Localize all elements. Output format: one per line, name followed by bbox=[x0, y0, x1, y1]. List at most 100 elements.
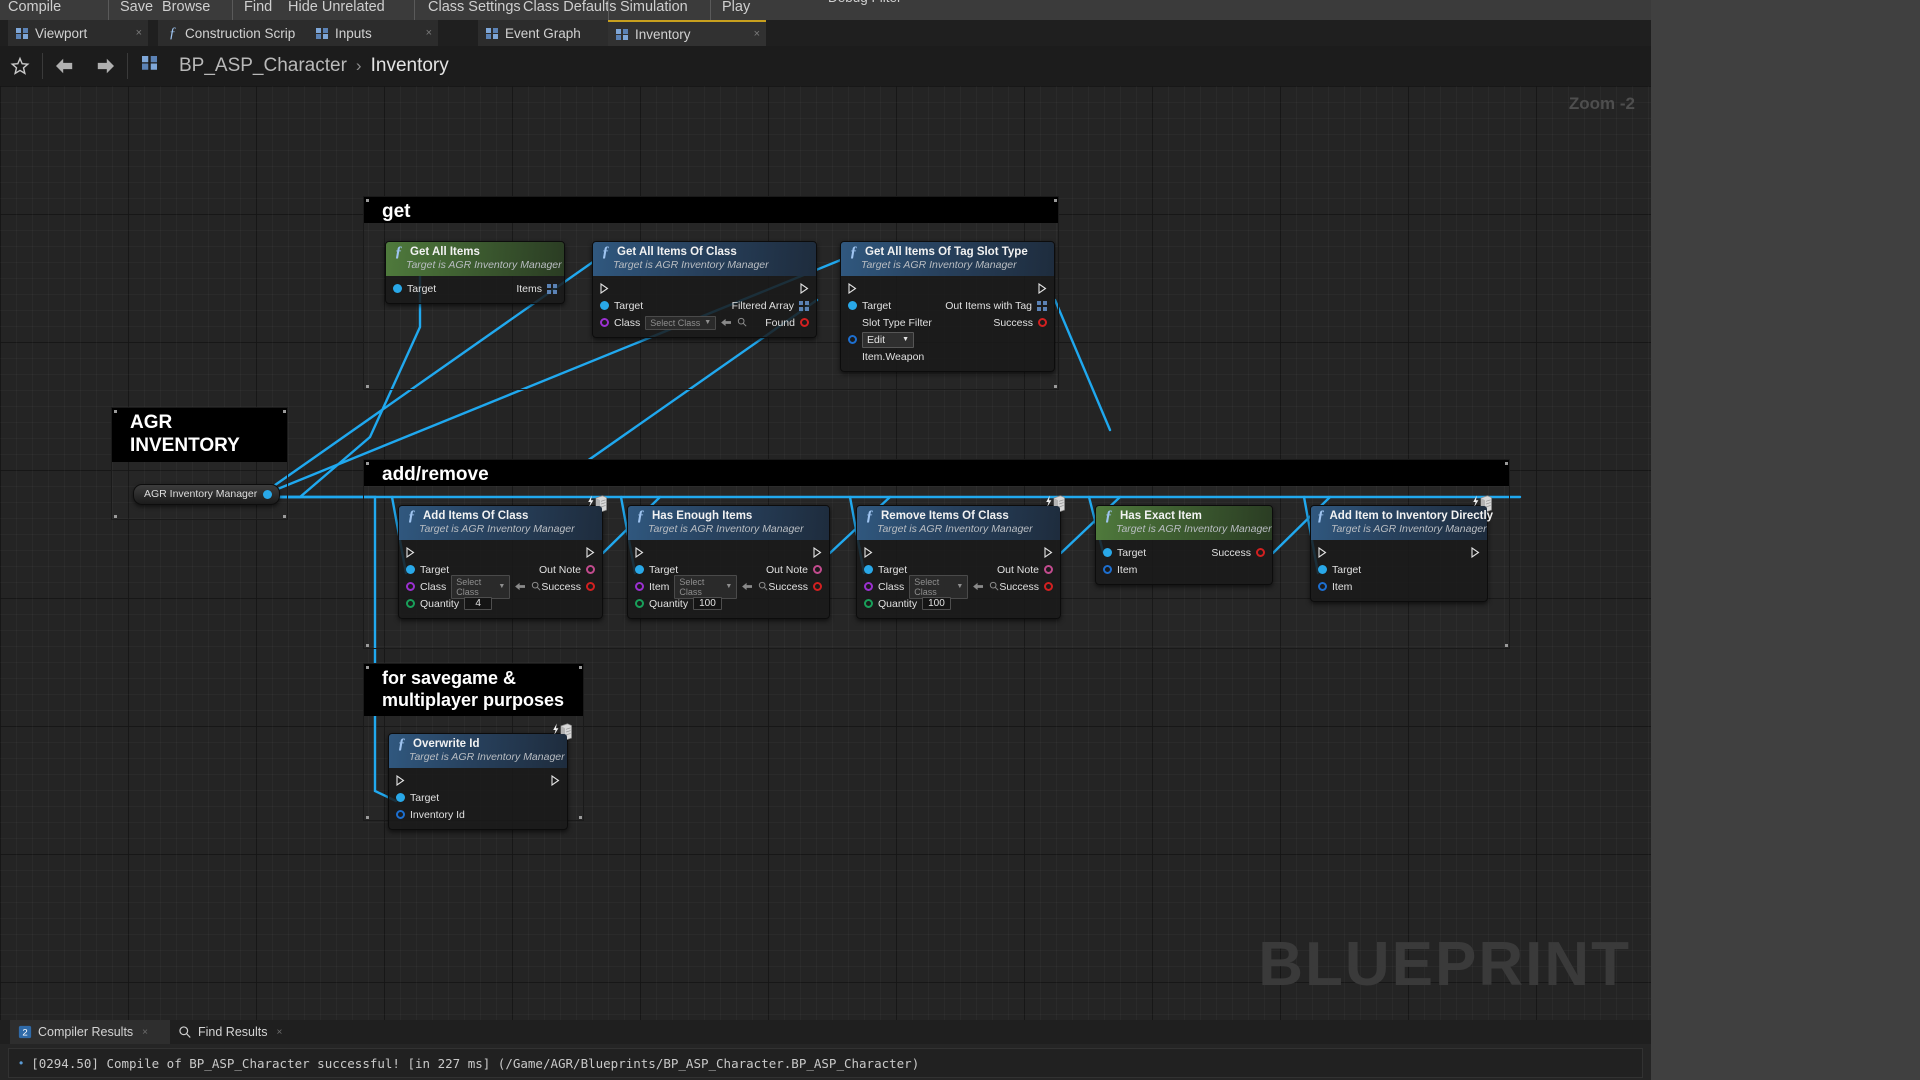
comment-resize-pip[interactable] bbox=[579, 666, 582, 669]
exec-in[interactable] bbox=[1318, 547, 1327, 558]
data-pin[interactable] bbox=[813, 582, 822, 591]
data-pin[interactable] bbox=[848, 301, 857, 310]
close-icon[interactable]: × bbox=[426, 27, 432, 39]
node-header[interactable]: ƒ Get All Items Of Class Target is AGR Inv… bbox=[593, 242, 816, 276]
favorite-star-icon[interactable] bbox=[0, 46, 40, 86]
data-pin[interactable] bbox=[396, 793, 405, 802]
comment-resize-pip[interactable] bbox=[1054, 385, 1057, 388]
exec-pin[interactable] bbox=[813, 547, 822, 558]
exec-pin[interactable] bbox=[848, 283, 857, 294]
toolbar-simulation-button[interactable]: Simulation bbox=[620, 0, 688, 17]
exec-in[interactable] bbox=[396, 775, 405, 786]
breadcrumb-leaf[interactable]: Inventory bbox=[371, 55, 449, 77]
comment-resize-pip[interactable] bbox=[579, 816, 582, 819]
select-class-dropdown[interactable]: Select Class ▼ bbox=[674, 574, 738, 599]
exec-pin[interactable] bbox=[800, 283, 809, 294]
exec-pin[interactable] bbox=[1318, 547, 1327, 558]
exec-out[interactable] bbox=[551, 775, 560, 786]
node-header[interactable]: ƒ Has Enough Items Target is AGR Inventory… bbox=[628, 506, 829, 540]
exec-in[interactable] bbox=[635, 547, 644, 558]
node-header[interactable]: ƒ Get All Items Of Tag Slot Type Target is… bbox=[841, 242, 1054, 276]
comment-resize-pip[interactable] bbox=[114, 515, 117, 518]
data-pin[interactable] bbox=[586, 565, 595, 574]
exec-pin[interactable] bbox=[396, 775, 405, 786]
browse-asset-icon[interactable] bbox=[531, 578, 541, 596]
data-pin[interactable] bbox=[406, 582, 415, 591]
close-icon[interactable]: × bbox=[136, 27, 142, 39]
data-pin[interactable] bbox=[1044, 565, 1053, 574]
bottom-tab-compiler-results[interactable]: 2 Compiler Results × bbox=[10, 1020, 170, 1044]
exec-pin[interactable] bbox=[551, 775, 560, 786]
node-add-items-of-class[interactable]: ƒ Add Items Of Class Target is AGR Invento… bbox=[398, 495, 607, 619]
exec-pin[interactable] bbox=[600, 283, 609, 294]
exec-pin[interactable] bbox=[586, 547, 595, 558]
comment-resize-pip[interactable] bbox=[1054, 199, 1057, 202]
tab-inventory[interactable]: Inventory × bbox=[608, 20, 766, 46]
toolbar-browse-button[interactable]: Browse bbox=[162, 0, 210, 17]
close-icon[interactable]: × bbox=[754, 28, 760, 40]
slot-type-filter-dropdown[interactable]: Edit ▼ bbox=[862, 331, 914, 348]
exec-out[interactable] bbox=[813, 547, 822, 558]
data-pin[interactable] bbox=[864, 582, 873, 591]
data-pin[interactable] bbox=[635, 599, 644, 608]
exec-in[interactable] bbox=[600, 283, 609, 294]
exec-pin[interactable] bbox=[1038, 283, 1047, 294]
data-pin[interactable] bbox=[864, 599, 873, 608]
comment-resize-pip[interactable] bbox=[366, 462, 369, 465]
exec-pin[interactable] bbox=[1044, 547, 1053, 558]
node-header[interactable]: ƒ Get All Items Target is AGR Inventory Ma… bbox=[386, 242, 564, 276]
node-header[interactable]: ƒ Remove Items Of Class Target is AGR Inve… bbox=[857, 506, 1060, 540]
array-pin[interactable] bbox=[799, 300, 809, 311]
exec-in[interactable] bbox=[406, 547, 415, 558]
data-pin[interactable] bbox=[1318, 582, 1327, 591]
quantity-input[interactable]: 4 bbox=[464, 597, 493, 610]
data-pin[interactable] bbox=[263, 489, 273, 499]
comment-resize-pip[interactable] bbox=[1505, 644, 1508, 647]
data-pin[interactable] bbox=[1256, 548, 1265, 557]
data-pin[interactable] bbox=[600, 301, 609, 310]
data-pin[interactable] bbox=[600, 318, 609, 327]
data-pin[interactable] bbox=[635, 582, 644, 591]
use-selected-asset-icon[interactable] bbox=[515, 578, 526, 596]
data-pin[interactable] bbox=[1038, 318, 1047, 327]
data-pin[interactable] bbox=[393, 284, 402, 293]
data-pin[interactable] bbox=[635, 565, 644, 574]
comment-resize-pip[interactable] bbox=[366, 385, 369, 388]
tab-inputs[interactable]: Inputs × bbox=[308, 20, 438, 46]
node-remove-items-of-class[interactable]: ƒ Remove Items Of Class Target is AGR Inve… bbox=[856, 495, 1065, 619]
comment-resize-pip[interactable] bbox=[366, 199, 369, 202]
node-add-item-to-inventory-directly[interactable]: ƒ Add Item to Inventory Directly Target is… bbox=[1310, 495, 1493, 602]
toolbar-compile-button[interactable]: Compile bbox=[8, 0, 61, 17]
node-overwrite-id[interactable]: ƒ Overwrite Id Target is AGR Inventory Man… bbox=[388, 723, 572, 830]
node-has-exact-item[interactable]: ƒ Has Exact Item Target is AGR Inventory M… bbox=[1095, 505, 1273, 585]
data-pin[interactable] bbox=[864, 565, 873, 574]
data-pin[interactable] bbox=[396, 810, 405, 819]
comment-resize-pip[interactable] bbox=[366, 816, 369, 819]
browse-asset-icon[interactable] bbox=[737, 314, 747, 332]
array-pin[interactable] bbox=[1037, 300, 1047, 311]
exec-out[interactable] bbox=[1044, 547, 1053, 558]
data-pin[interactable] bbox=[1103, 548, 1112, 557]
node-header[interactable]: ƒ Add Items Of Class Target is AGR Invento… bbox=[399, 506, 602, 540]
comment-resize-pip[interactable] bbox=[366, 666, 369, 669]
exec-in[interactable] bbox=[864, 547, 873, 558]
exec-pin[interactable] bbox=[864, 547, 873, 558]
quantity-input[interactable]: 100 bbox=[922, 597, 951, 610]
exec-pin[interactable] bbox=[635, 547, 644, 558]
toolbar-class-settings-button[interactable]: Class Settings bbox=[428, 0, 521, 17]
chevron-down-icon[interactable]: ▼ bbox=[902, 336, 909, 343]
browse-asset-icon[interactable] bbox=[989, 578, 999, 596]
data-pin[interactable] bbox=[800, 318, 809, 327]
exec-out[interactable] bbox=[586, 547, 595, 558]
toolbar-play-button[interactable]: Play bbox=[722, 0, 750, 17]
node-has-enough-items[interactable]: ƒ Has Enough Items Target is AGR Inventory… bbox=[627, 505, 830, 619]
variable-node-agr-inventory-manager[interactable]: AGR Inventory Manager bbox=[133, 484, 281, 505]
comment-resize-pip[interactable] bbox=[114, 410, 117, 413]
blueprint-graph-canvas[interactable]: get add/remove for savegame & multiplayer … bbox=[0, 86, 1651, 1020]
toolbar-class-defaults-button[interactable]: Class Defaults bbox=[523, 0, 616, 17]
node-get-all-items-of-tag-slot-type[interactable]: ƒ Get All Items Of Tag Slot Type Target is… bbox=[840, 241, 1055, 372]
use-selected-asset-icon[interactable] bbox=[973, 578, 984, 596]
node-get-all-items-of-class[interactable]: ƒ Get All Items Of Class Target is AGR Inv… bbox=[592, 241, 817, 338]
exec-in[interactable] bbox=[848, 283, 857, 294]
node-header[interactable]: ƒ Overwrite Id Target is AGR Inventory Man… bbox=[389, 734, 567, 768]
